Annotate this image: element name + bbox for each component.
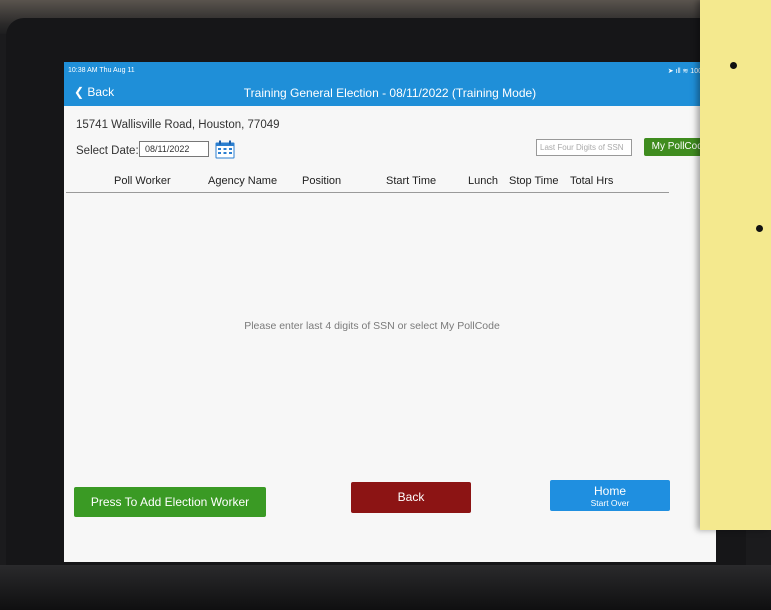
date-input[interactable] bbox=[139, 141, 209, 157]
bullet-dot bbox=[730, 62, 737, 69]
tablet-screen: 10:38 AM Thu Aug 11 ➤ ıll ≋ 100 ❮ Back T… bbox=[64, 62, 716, 562]
home-button-sublabel: Start Over bbox=[590, 498, 630, 508]
bullet-dot bbox=[756, 225, 763, 232]
column-header-agency-name: Agency Name bbox=[208, 175, 278, 187]
table-header-divider bbox=[66, 192, 669, 193]
column-header-poll-worker: Poll Worker bbox=[114, 175, 171, 187]
column-header-total-hrs: Total Hrs bbox=[570, 175, 614, 187]
status-time: 10:38 AM Thu Aug 11 bbox=[68, 67, 135, 74]
tablet-bottom-edge bbox=[0, 565, 771, 610]
polling-location-address: 15741 Wallisville Road, Houston, 77049 bbox=[76, 119, 280, 131]
ssn-last-four-input[interactable] bbox=[536, 139, 632, 156]
status-bar: 10:38 AM Thu Aug 11 ➤ ıll ≋ 100 bbox=[64, 62, 716, 80]
empty-state-message: Please enter last 4 digits of SSN or sel… bbox=[244, 320, 500, 332]
column-header-stop-time: Stop Time bbox=[509, 175, 559, 187]
column-header-start-time: Start Time bbox=[386, 175, 437, 187]
calendar-icon[interactable] bbox=[215, 140, 235, 159]
status-icons: ➤ ıll ≋ 100 bbox=[667, 68, 702, 75]
page-title: Training General Election - 08/11/2022 (… bbox=[243, 86, 537, 100]
sticky-note bbox=[700, 0, 771, 530]
back-button[interactable]: Back bbox=[351, 482, 471, 513]
column-header-position: Position bbox=[302, 175, 342, 187]
home-button[interactable]: Home Start Over bbox=[550, 480, 670, 511]
column-header-lunch: Lunch bbox=[468, 175, 498, 187]
navigation-bar: ❮ Back Training General Election - 08/11… bbox=[64, 80, 716, 106]
home-button-label: Home bbox=[593, 484, 626, 498]
add-election-worker-button[interactable]: Press To Add Election Worker bbox=[74, 487, 266, 517]
select-date-label: Select Date: bbox=[76, 145, 139, 157]
